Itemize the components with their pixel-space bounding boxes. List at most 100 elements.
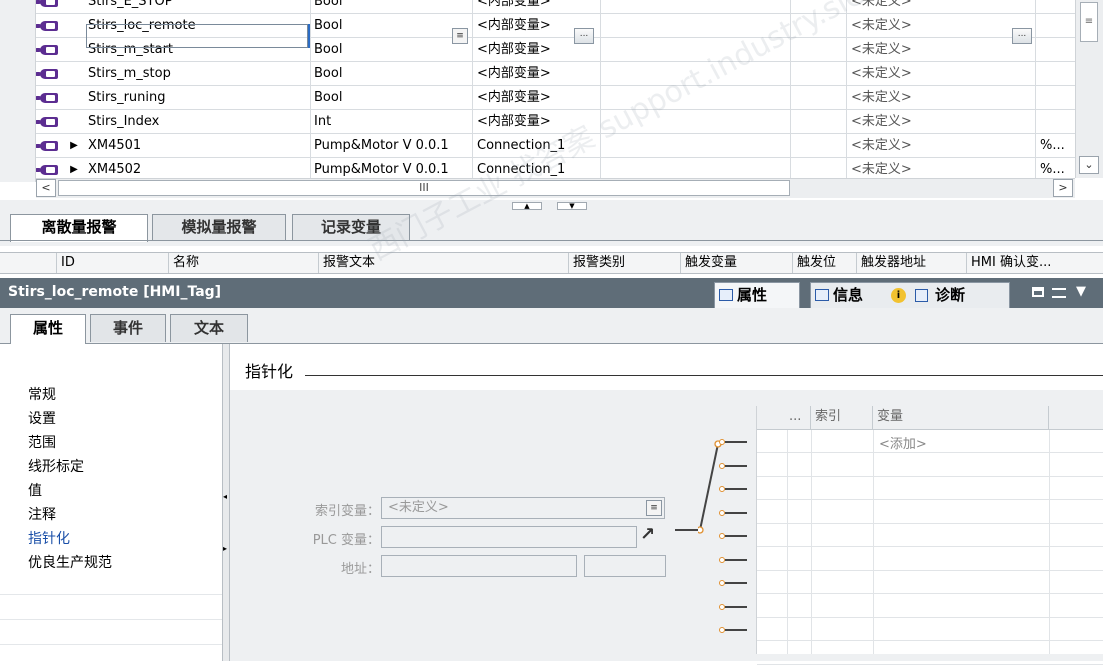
layout-icon[interactable] [1052,288,1066,298]
nav-range[interactable]: 范围 [28,432,56,454]
tab-discrete-alarms[interactable]: 离散量报警 [10,214,148,242]
scroll-thumb[interactable]: ≡ [1080,2,1098,42]
horizontal-scrollbar[interactable]: < III > [36,178,1075,198]
tag-datatype[interactable]: Bool [314,14,464,38]
pointer-row[interactable] [757,524,1103,547]
pointer-row[interactable] [757,642,1103,665]
col-id[interactable]: ID [56,253,168,273]
tag-connection[interactable]: Connection_1 [477,134,597,158]
tag-acquisition[interactable]: <未定义> [851,134,1001,158]
acq-browse-button[interactable]: ... [1012,28,1032,44]
expand-arrow-icon[interactable] [64,62,84,86]
subtab-texts[interactable]: 文本 [170,314,248,342]
tag-address[interactable]: %... [1040,134,1070,158]
tag-acquisition[interactable]: <未定义> [851,62,1001,86]
row-index-cell[interactable] [0,0,36,14]
nav-gmp[interactable]: 优良生产规范 [28,552,112,574]
tag-address[interactable] [1040,86,1070,110]
col-trigger-address[interactable]: 触发器地址 [856,253,966,273]
tag-datatype[interactable]: Int [314,110,464,134]
nav-multiplexing[interactable]: 指针化 [28,528,70,550]
tag-datatype[interactable]: Bool [314,62,464,86]
expand-arrow-icon[interactable] [64,110,84,134]
tab-diagnostics-label[interactable]: 诊断 [935,283,965,307]
active-cell[interactable] [86,24,308,48]
col-alarm-text[interactable]: 报警文本 [318,253,568,273]
tag-datatype[interactable]: Bool [314,86,464,110]
pointer-row[interactable] [757,571,1103,594]
tag-acquisition[interactable]: <未定义> [851,0,1001,14]
tab-properties[interactable]: 属性 [714,282,800,308]
tag-row[interactable]: Stirs_m_stop Bool <内部变量> <未定义> [0,62,1075,86]
add-entry-cell[interactable]: <添加> [879,433,927,452]
plc-variable-field[interactable] [381,526,637,548]
address-field[interactable] [381,555,577,577]
vertical-scrollbar[interactable]: ≡ ⌄ [1075,0,1103,178]
scroll-down-button[interactable]: ⌄ [1079,156,1099,174]
nav-linear-scaling[interactable]: 线形标定 [28,456,84,478]
subtab-properties[interactable]: 属性 [10,314,86,344]
row-index-cell[interactable] [0,86,36,110]
pointer-row[interactable] [757,430,1103,453]
expand-arrow-icon[interactable] [64,38,84,62]
tag-acquisition[interactable]: <未定义> [851,38,1001,62]
index-variable-field[interactable]: <未定义> ≡ [381,497,665,519]
pointer-row[interactable] [757,618,1103,641]
row-index-cell[interactable] [0,62,36,86]
tag-acquisition[interactable]: <未定义> [851,86,1001,110]
row-index-cell[interactable] [0,14,36,38]
ptr-col-variable[interactable]: 变量 [873,406,1049,430]
tag-name[interactable]: XM4501 [88,134,308,158]
col-trigger-tag[interactable]: 触发变量 [680,253,792,273]
ptr-col-index[interactable]: 索引 [811,406,873,430]
tag-row[interactable]: Stirs_Index Int <内部变量> <未定义> [0,110,1075,134]
tag-datatype[interactable]: Pump&Motor V 0.0.1 [314,134,464,158]
chevron-down-icon[interactable]: ▼ [1076,284,1086,299]
tag-row[interactable]: Stirs_runing Bool <内部变量> <未定义> [0,86,1075,110]
pointer-row[interactable] [757,595,1103,618]
tag-name[interactable]: Stirs_Index [88,110,308,134]
tab-analog-alarms[interactable]: 模拟量报警 [152,214,286,240]
nav-comment[interactable]: 注释 [28,504,56,526]
tag-address[interactable] [1040,14,1070,38]
tag-name[interactable]: Stirs_m_stop [88,62,308,86]
expand-arrow-icon[interactable] [64,14,84,38]
row-index-cell[interactable] [0,38,36,62]
tag-connection[interactable]: <内部变量> [477,62,597,86]
tag-row[interactable]: Stirs_E_STOP Bool <内部变量> <未定义> [0,0,1075,14]
tag-name[interactable]: Stirs_runing [88,86,308,110]
row-index-cell[interactable] [0,158,36,182]
expand-down-arrow-icon[interactable]: ▼ [557,202,587,210]
scroll-left-button[interactable]: < [36,179,56,197]
col-name[interactable]: 名称 [168,253,318,273]
row-index-cell[interactable] [0,134,36,158]
tag-address[interactable] [1040,62,1070,86]
pointer-row[interactable] [757,454,1103,477]
pointer-row[interactable] [757,477,1103,500]
tag-row[interactable]: ▶ XM4501 Pump&Motor V 0.0.1 Connection_1 <未定… [0,134,1075,158]
datatype-list-button[interactable]: ≡ [452,28,468,44]
float-window-icon[interactable] [1032,287,1044,297]
tag-name[interactable]: Stirs_E_STOP [88,0,308,14]
tag-address[interactable] [1040,38,1070,62]
tag-datatype[interactable]: Bool [314,38,464,62]
expand-arrow-icon[interactable]: ▶ [64,134,84,158]
splitter-left-arrow-icon[interactable]: ◂ [223,492,227,501]
expand-arrow-icon[interactable] [64,0,84,14]
tag-datatype[interactable]: Bool [314,0,464,14]
col-hmi-ack[interactable]: HMI 确认变... [966,253,1076,273]
index-variable-list-icon[interactable]: ≡ [646,500,662,516]
nav-values[interactable]: 值 [28,480,42,502]
nav-general[interactable]: 常规 [28,384,56,406]
tag-acquisition[interactable]: <未定义> [851,110,1001,134]
subtab-events[interactable]: 事件 [90,314,166,342]
tag-address[interactable] [1040,0,1070,14]
pointer-row[interactable] [757,501,1103,524]
tab-logging-tags[interactable]: 记录变量 [292,214,410,240]
tag-connection[interactable]: <内部变量> [477,86,597,110]
collapse-up-arrow-icon[interactable]: ▲ [512,202,542,210]
panel-splitter[interactable]: ◂ ▸ [222,344,230,661]
tag-connection[interactable]: <内部变量> [477,110,597,134]
row-index-cell[interactable] [0,110,36,134]
hscroll-thumb[interactable]: III [58,180,790,196]
